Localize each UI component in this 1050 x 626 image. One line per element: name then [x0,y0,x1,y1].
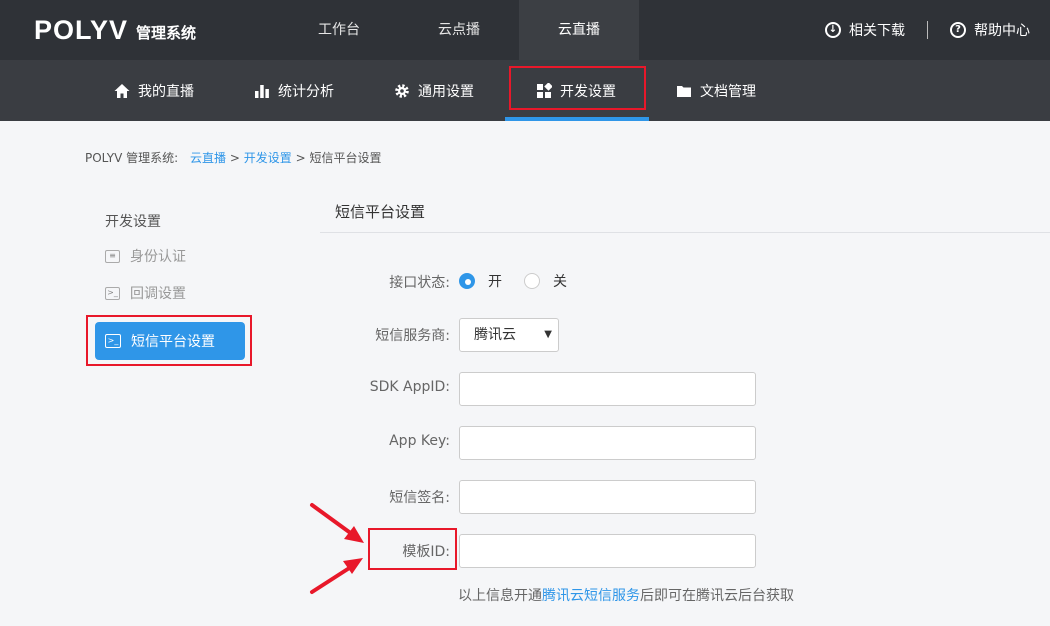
active-underline [505,117,649,121]
download-link[interactable]: ↓ 相关下载 [825,20,905,40]
sidebar-item-callback[interactable]: >_ 回调设置 [105,283,186,303]
page-title: 短信平台设置 [335,203,426,221]
divider [927,21,928,39]
tencent-sms-link[interactable]: 腾讯云短信服务 [542,588,640,604]
top-nav-live[interactable]: 云直播 [519,0,639,60]
gear-icon [395,83,409,98]
subnav-label: 通用设置 [418,83,474,100]
subnav-general-settings[interactable]: 通用设置 [394,60,474,121]
folder-icon [677,85,691,97]
provider-value: 腾讯云 [474,327,516,343]
home-icon [114,83,130,98]
breadcrumb-dev-settings[interactable]: 开发设置 [244,151,292,165]
status-off-radio[interactable] [524,273,540,289]
top-nav-vod[interactable]: 云点播 [399,0,519,60]
subnav-label: 文档管理 [700,83,756,100]
logo-text: POLYV [34,14,129,45]
sidebar-item-label: 身份认证 [130,249,186,265]
top-nav: 工作台 云点播 云直播 [279,0,639,60]
sidebar-item-identity[interactable]: ≡ 身份认证 [105,246,186,266]
hint-prefix: 以上信息开通 [458,588,542,604]
download-icon: ↓ [825,22,841,38]
hint-text: 以上信息开通腾讯云短信服务后即可在腾讯云后台获取 [458,585,794,605]
hint-suffix: 后即可在腾讯云后台获取 [640,588,794,604]
subnav-stats[interactable]: 统计分析 [254,60,334,121]
sidebar-item-label: 回调设置 [130,286,186,302]
download-label: 相关下载 [849,23,905,39]
subnav-my-live[interactable]: 我的直播 [114,60,194,121]
breadcrumb-prefix: POLYV 管理系统: [85,151,179,165]
terminal-icon: >_ [105,286,120,300]
status-off-label: 关 [553,274,567,290]
subnav-label: 我的直播 [138,83,194,100]
sms-sign-input[interactable] [459,480,756,514]
help-label: 帮助中心 [974,23,1030,39]
app-key-label: App Key: [389,433,450,449]
annotation-arrows [310,503,364,594]
top-nav-workbench[interactable]: 工作台 [279,0,399,60]
arrow-icon [310,503,364,543]
breadcrumb: POLYV 管理系统: 云直播 > 开发设置 > 短信平台设置 [85,149,381,166]
top-right-links: ↓ 相关下载 ? 帮助中心 [825,0,1030,60]
status-radio-group: 开 关 [459,271,567,291]
sidebar-title: 开发设置 [105,214,161,230]
provider-select[interactable]: 腾讯云 ▼ [459,318,559,352]
highlight-box [509,66,646,110]
subnav-docs[interactable]: 文档管理 [676,60,756,121]
id-card-icon: ≡ [105,249,120,263]
breadcrumb-separator: > [229,151,240,165]
dropdown-arrow-icon: ▼ [544,329,552,340]
template-id-input[interactable] [459,534,756,568]
logo[interactable]: POLYV 管理系统 [34,15,196,45]
logo-subtitle: 管理系统 [136,23,197,42]
top-bar: POLYV 管理系统 工作台 云点播 云直播 ↓ 相关下载 ? 帮助中心 [0,0,1050,60]
status-on-label: 开 [488,274,502,290]
breadcrumb-live[interactable]: 云直播 [190,151,226,165]
sdk-appid-label: SDK AppID: [369,379,450,395]
help-icon: ? [950,22,966,38]
help-link[interactable]: ? 帮助中心 [950,20,1030,40]
bar-chart-icon [255,84,269,98]
app-key-input[interactable] [459,426,756,460]
highlight-box [368,528,457,570]
breadcrumb-separator: > [295,151,306,165]
arrow-icon [310,558,363,594]
status-label: 接口状态: [389,275,450,291]
title-divider [320,232,1050,233]
highlight-box [86,315,252,366]
status-on-radio[interactable] [459,273,475,289]
breadcrumb-current: 短信平台设置 [309,151,382,165]
sdk-appid-input[interactable] [459,372,756,406]
provider-label: 短信服务商: [375,328,450,344]
subnav-label: 统计分析 [278,83,334,100]
